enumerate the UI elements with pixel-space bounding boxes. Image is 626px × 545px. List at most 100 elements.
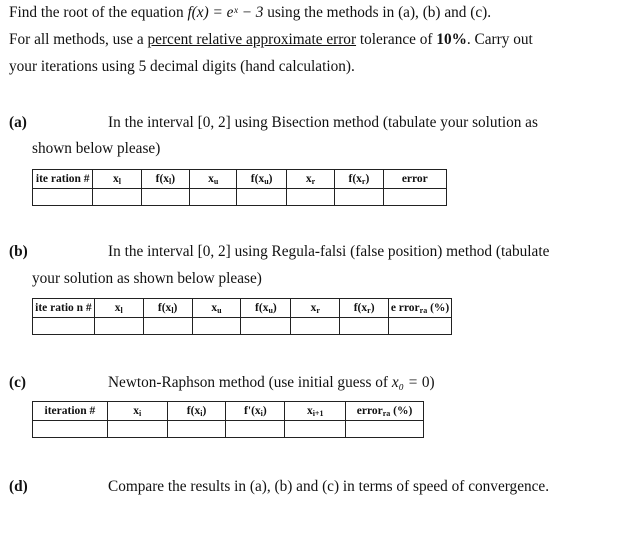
part-a-text: In the interval [0, 2] using Bisection m… xyxy=(108,114,538,131)
column-header-tail: ) xyxy=(202,404,207,417)
column-header-tail: ) xyxy=(268,172,273,185)
column-header-subscript: i xyxy=(139,408,142,418)
empty-cell[interactable] xyxy=(388,317,452,335)
initial-guess-math: x₀ = xyxy=(391,374,422,391)
column-header: xr xyxy=(285,169,336,189)
column-header: xl xyxy=(93,298,144,318)
column-header-tail: ) xyxy=(262,404,267,417)
table-header-row: iteration # xi f(xi) f'(xi) xi+1 errorra (%) xyxy=(32,401,424,421)
empty-cell[interactable] xyxy=(189,188,238,206)
column-header-tail: ) xyxy=(272,301,277,314)
column-header: xi+1 xyxy=(284,401,347,421)
column-header-subscript: u xyxy=(217,305,222,315)
column-header: xr xyxy=(290,298,341,318)
column-header: f(xu) xyxy=(240,298,292,318)
column-header-text: f(x xyxy=(186,404,201,417)
column-header: f(xr) xyxy=(339,298,390,318)
regula-falsi-table: ite ratio n # xl f(xl) xu f(xu) xr f(xr) e rror… xyxy=(32,298,452,335)
column-header-text: ite ratio n # xyxy=(35,302,92,314)
column-header: ite ratio n # xyxy=(32,298,95,318)
newton-raphson-table: iteration # xi f(xi) f'(xi) xi+1 errorra (%) xyxy=(32,401,424,438)
empty-cell[interactable] xyxy=(382,188,448,206)
table-row xyxy=(32,317,452,335)
column-header: xu xyxy=(191,298,242,318)
column-header-tail: ) xyxy=(171,172,176,185)
empty-cell[interactable] xyxy=(191,317,242,335)
part-b-label: (b) xyxy=(9,243,28,260)
column-header-text: error xyxy=(401,173,428,185)
tolerance-value: 10% xyxy=(436,31,467,48)
column-header-text: f(x xyxy=(353,301,368,314)
empty-cell[interactable] xyxy=(290,317,341,335)
empty-cell[interactable] xyxy=(236,188,287,206)
table-row xyxy=(31,188,448,206)
intro-text: tolerance of xyxy=(356,31,437,48)
intro-line-1: Find the root of the equation f(x) = eˣ … xyxy=(9,4,491,22)
empty-cell[interactable] xyxy=(142,317,193,335)
empty-cell[interactable] xyxy=(284,420,347,438)
column-header-text: f(x xyxy=(348,172,362,185)
empty-cell[interactable] xyxy=(285,188,336,206)
column-header-tail: ) xyxy=(365,172,370,185)
empty-cell[interactable] xyxy=(32,317,95,335)
column-header: xi xyxy=(106,401,168,421)
error-criterion: percent relative approximate error xyxy=(147,31,357,48)
part-c-text-main: Newton-Raphson method (use initial guess… xyxy=(108,374,392,391)
column-header-subscript: r xyxy=(316,305,320,315)
column-header: f'(xi) xyxy=(225,401,286,421)
column-header-subscript: l xyxy=(120,305,123,315)
column-header-subscript: r xyxy=(311,176,316,186)
column-header: errorra (%) xyxy=(345,401,424,421)
empty-cell[interactable] xyxy=(32,420,108,438)
column-header: xu xyxy=(189,169,238,189)
equation: f(x) = eˣ − 3 xyxy=(187,4,264,21)
empty-cell[interactable] xyxy=(106,420,168,438)
column-header-text: e rror xyxy=(390,301,420,314)
part-b-text-cont: your solution as shown below please) xyxy=(32,270,262,287)
column-header-subscript: i+1 xyxy=(312,408,324,418)
column-header: e rrorra (%) xyxy=(388,298,452,318)
empty-cell[interactable] xyxy=(240,317,292,335)
intro-text: . Carry out xyxy=(466,31,533,48)
part-a-label: (a) xyxy=(9,114,27,131)
empty-cell[interactable] xyxy=(339,317,390,335)
intro-line-2: For all methods, use a percent relative … xyxy=(9,31,533,49)
intro-text: your iterations using 5 decimal digits (… xyxy=(9,58,355,75)
part-b-text: In the interval [0, 2] using Regula-fals… xyxy=(108,243,550,260)
empty-cell[interactable] xyxy=(140,188,191,206)
column-header-text: f(x xyxy=(155,172,170,185)
column-header-tail: ) xyxy=(370,301,375,314)
empty-cell[interactable] xyxy=(93,317,144,335)
column-header-text: f'(x xyxy=(244,404,261,417)
empty-cell[interactable] xyxy=(225,420,286,438)
column-header: error xyxy=(382,169,448,189)
empty-cell[interactable] xyxy=(334,188,384,206)
column-header: f(xi) xyxy=(166,401,227,421)
empty-cell[interactable] xyxy=(166,420,227,438)
column-header: f(xl) xyxy=(142,298,193,318)
column-header-text: ite ration # xyxy=(35,173,90,185)
table-header-row: ite ration # xl f(xl) xu f(xu) xr f(xr) error xyxy=(31,169,448,189)
column-header: f(xu) xyxy=(236,169,287,189)
part-a-text-cont: shown below please) xyxy=(32,140,161,157)
column-header: f(xr) xyxy=(334,169,384,189)
part-c-text: Newton-Raphson method (use initial guess… xyxy=(108,374,435,392)
column-header-text: f(x xyxy=(250,172,265,185)
intro-text: using the methods in (a), (b) and (c). xyxy=(263,4,492,21)
part-d-label: (d) xyxy=(9,478,28,495)
column-header-subscript: u xyxy=(213,176,219,186)
column-header-text: f(x xyxy=(157,301,172,314)
intro-text: For all methods, use a xyxy=(9,31,148,48)
empty-cell[interactable] xyxy=(345,420,424,438)
column-header: xl xyxy=(92,169,142,189)
bisection-table: ite ration # xl f(xl) xu f(xu) xr f(xr) error xyxy=(31,169,448,206)
column-header: ite ration # xyxy=(31,169,94,189)
column-header-text: f(x xyxy=(255,301,269,314)
column-header-tail: (%) xyxy=(427,301,450,314)
column-header-text: error xyxy=(356,404,383,417)
column-header: f(xl) xyxy=(140,169,191,189)
empty-cell[interactable] xyxy=(92,188,142,206)
table-header-row: ite ratio n # xl f(xl) xu f(xu) xr f(xr) e rror… xyxy=(32,298,452,318)
empty-cell[interactable] xyxy=(31,188,94,206)
column-header-tail: ) xyxy=(173,301,178,314)
